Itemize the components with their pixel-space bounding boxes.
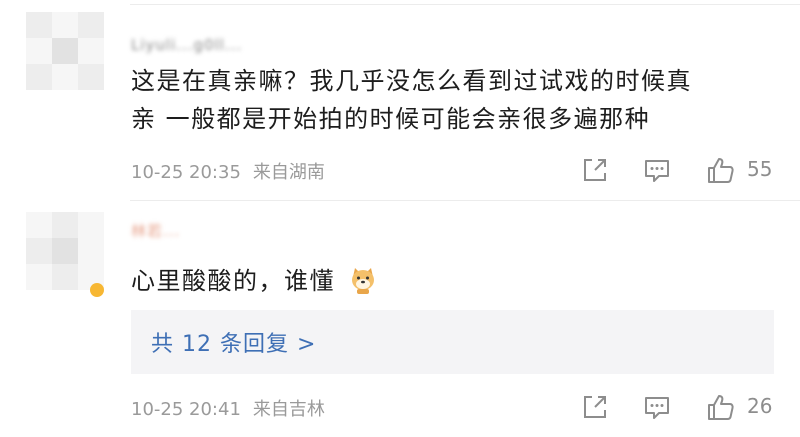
comment-meta: 10-25 20:35 来自湖南 [131, 158, 325, 184]
like-count: 55 [747, 157, 773, 181]
username[interactable]: Liyuli...g0ll... [131, 36, 242, 54]
comment-text: 这是在真亲嘛？我几乎没怎么看到过试戏的时候真 亲 一般都是开始拍的时候可能会亲很… [131, 62, 781, 138]
comment-text-content: 心里酸酸的，谁懂 [131, 267, 335, 295]
timestamp: 10-25 20:35 [131, 162, 241, 183]
avatar[interactable] [26, 212, 104, 290]
like-icon[interactable] [706, 155, 736, 185]
doge-dog-emoji [352, 268, 375, 294]
view-replies-link[interactable]: 共 12 条回复 > [151, 326, 316, 358]
comment-actions: 26 [578, 392, 798, 422]
comment-icon[interactable] [642, 155, 672, 185]
comment-text: 心里酸酸的，谁懂 [131, 262, 781, 300]
comment-actions: 55 [578, 155, 798, 185]
comment-meta: 10-25 20:41 来自吉林 [131, 395, 325, 421]
share-icon[interactable] [580, 155, 610, 185]
avatar[interactable] [26, 12, 104, 90]
share-icon[interactable] [580, 392, 610, 422]
comment-icon[interactable] [642, 392, 672, 422]
location: 来自湖南 [252, 162, 325, 183]
replies-box[interactable]: 共 12 条回复 > [131, 310, 774, 374]
like-count: 26 [747, 394, 773, 418]
comment-divider [130, 200, 800, 201]
comment-text-line: 亲 一般都是开始拍的时候可能会亲很多遍那种 [131, 105, 651, 133]
timestamp: 10-25 20:41 [131, 399, 241, 420]
verified-badge [90, 283, 104, 297]
top-divider [130, 4, 800, 5]
username[interactable]: 林若... [131, 220, 180, 241]
comment-text-line: 这是在真亲嘛？我几乎没怎么看到过试戏的时候真 [131, 67, 692, 95]
like-icon[interactable] [706, 392, 736, 422]
location: 来自吉林 [252, 399, 325, 420]
